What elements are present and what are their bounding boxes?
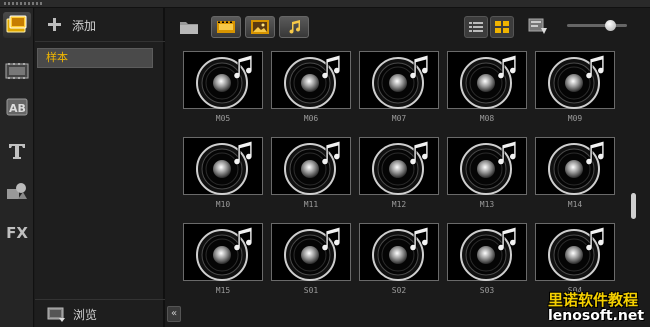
library-panel: 添加 样本 浏览 — [35, 8, 165, 327]
slider-handle[interactable] — [605, 20, 617, 31]
browse-button[interactable]: 浏览 — [73, 306, 97, 323]
media-thumbnail[interactable]: M08 — [447, 51, 527, 125]
library-header: 添加 — [35, 8, 165, 42]
title-ab-icon[interactable]: AB — [3, 94, 31, 120]
media-thumbnail[interactable]: S04 — [535, 223, 615, 297]
thumbnail-label: M09 — [567, 114, 583, 123]
media-thumbnail[interactable]: M15 — [183, 223, 263, 297]
media-thumbnail[interactable]: M06 — [271, 51, 351, 125]
category-rail: AB FX — [0, 8, 34, 327]
top-strip — [0, 0, 650, 8]
thumbnail-frame[interactable] — [535, 137, 615, 195]
thumbnail-frame[interactable] — [535, 51, 615, 109]
add-button[interactable]: 添加 — [72, 17, 96, 34]
text-t-icon[interactable] — [3, 138, 31, 164]
media-thumbnail[interactable]: M11 — [271, 137, 351, 211]
thumbnail-frame[interactable] — [359, 223, 439, 281]
sort-icon[interactable] — [528, 17, 548, 41]
media-thumbnail[interactable]: M05 — [183, 51, 263, 125]
media-thumbnail[interactable]: S02 — [359, 223, 439, 297]
media-thumbnail[interactable]: M12 — [359, 137, 439, 211]
thumbnail-frame[interactable] — [447, 223, 527, 281]
media-thumbnail[interactable]: M14 — [535, 137, 615, 211]
browse-icon[interactable] — [47, 307, 67, 327]
thumbnail-label: S03 — [479, 286, 495, 295]
thumbnail-frame[interactable] — [271, 51, 351, 109]
thumbnail-label: M10 — [215, 200, 231, 209]
media-thumbnail[interactable]: S03 — [447, 223, 527, 297]
library-footer: 浏览 — [35, 299, 165, 327]
thumbnail-frame[interactable] — [535, 223, 615, 281]
thumbnail-label: M06 — [303, 114, 319, 123]
thumbnail-label: M12 — [391, 200, 407, 209]
thumbnail-frame[interactable] — [447, 51, 527, 109]
thumbnail-size-slider[interactable] — [567, 20, 627, 31]
fx-icon[interactable]: FX — [3, 220, 31, 246]
vertical-scrollbar[interactable] — [631, 193, 636, 219]
watermark-title: 里诺软件教程 — [548, 291, 639, 309]
media-thumbnail[interactable]: S01 — [271, 223, 351, 297]
thumbnail-frame[interactable] — [271, 137, 351, 195]
show-video-icon[interactable] — [211, 16, 241, 38]
thumbnail-label: M07 — [391, 114, 407, 123]
thumbnail-frame[interactable] — [183, 223, 263, 281]
media-icon[interactable] — [3, 12, 31, 38]
thumbnail-frame[interactable] — [271, 223, 351, 281]
graphics-icon[interactable] — [3, 178, 31, 204]
transition-icon[interactable] — [3, 58, 31, 84]
svg-text:AB: AB — [9, 102, 26, 115]
list-view-icon[interactable] — [464, 16, 488, 38]
library-list: 样本 — [37, 48, 153, 68]
show-photo-icon[interactable] — [245, 16, 275, 38]
fx-label: FX — [6, 224, 28, 242]
thumbnail-view-icon[interactable] — [490, 16, 514, 38]
thumbnail-frame[interactable] — [183, 51, 263, 109]
media-grid: M05 M06 M07 M08 M09 M10 M11 M12 M13 M14 M15 S01 S02 S… — [176, 44, 626, 327]
thumbnail-label: S02 — [391, 286, 407, 295]
thumbnail-label: M05 — [215, 114, 231, 123]
add-icon[interactable] — [48, 18, 61, 31]
thumbnail-label: M13 — [479, 200, 495, 209]
folder-icon[interactable] — [179, 19, 199, 39]
drag-grip[interactable] — [4, 2, 42, 5]
media-thumbnail[interactable]: M07 — [359, 51, 439, 125]
thumbnail-label: S01 — [303, 286, 319, 295]
thumbnail-frame[interactable] — [183, 137, 263, 195]
thumbnail-label: M15 — [215, 286, 231, 295]
media-thumbnail[interactable]: M10 — [183, 137, 263, 211]
thumbnail-frame[interactable] — [359, 51, 439, 109]
toolbar — [167, 8, 650, 44]
thumbnail-label: M08 — [479, 114, 495, 123]
thumbnail-frame[interactable] — [447, 137, 527, 195]
watermark-url: lenosoft.net — [548, 308, 645, 324]
media-thumbnail[interactable]: M13 — [447, 137, 527, 211]
thumbnail-label: M14 — [567, 200, 583, 209]
media-thumbnail[interactable]: M09 — [535, 51, 615, 125]
thumbnail-label: M11 — [303, 200, 319, 209]
show-audio-icon[interactable] — [279, 16, 309, 38]
library-item-sample[interactable]: 样本 — [37, 48, 153, 68]
thumbnail-frame[interactable] — [359, 137, 439, 195]
